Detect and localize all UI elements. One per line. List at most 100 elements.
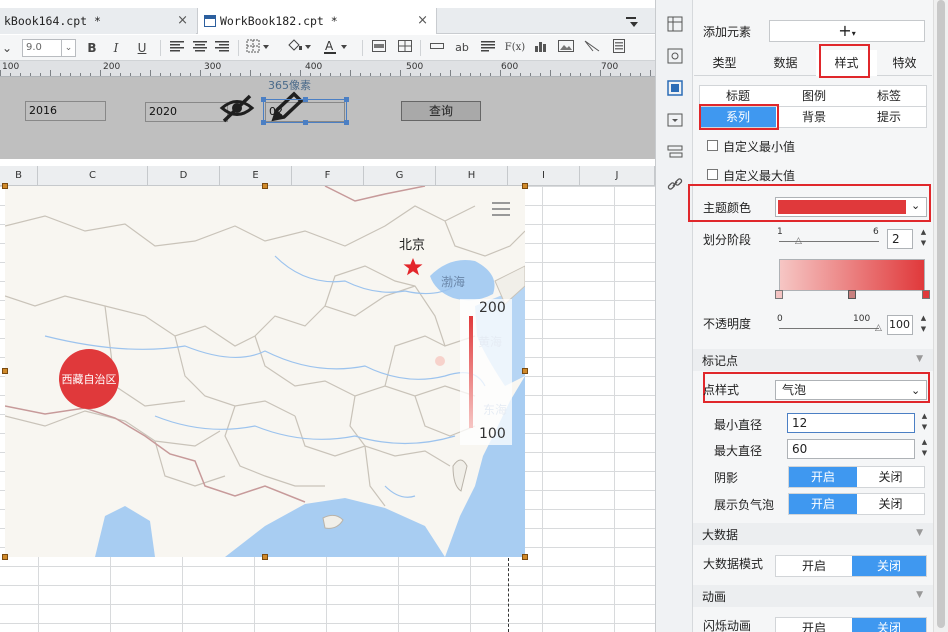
resize-handle[interactable] <box>522 183 528 189</box>
resize-handle[interactable] <box>303 97 308 102</box>
resize-handle[interactable] <box>2 368 8 374</box>
spin-down-icon[interactable]: ▼ <box>919 449 930 458</box>
text-tool-button[interactable]: ab <box>452 39 472 57</box>
gradient-stop-handle[interactable] <box>922 290 930 299</box>
close-icon[interactable]: × <box>417 8 428 34</box>
bigdata-on-button[interactable]: 开启 <box>776 556 852 576</box>
scrollbar-thumb[interactable] <box>937 0 945 628</box>
align-left-icon[interactable] <box>168 39 186 57</box>
column-header-g[interactable]: G <box>364 166 436 186</box>
column-header-h[interactable]: H <box>436 166 508 186</box>
spin-down-icon[interactable]: ▼ <box>918 325 929 334</box>
spin-down-icon[interactable]: ▼ <box>919 423 930 432</box>
subtab-label[interactable]: 标签 <box>852 86 926 106</box>
font-size-select[interactable]: 9.0 ⌄ <box>22 39 76 57</box>
collapse-icon[interactable]: ▼ <box>916 590 923 600</box>
column-header-d[interactable]: D <box>148 166 220 186</box>
spin-up-icon[interactable]: ▲ <box>918 228 929 237</box>
collapse-icon[interactable]: ▼ <box>916 354 923 364</box>
negative-on-button[interactable]: 开启 <box>789 494 857 514</box>
gradient-stop-handle[interactable] <box>775 290 783 299</box>
spin-up-icon[interactable]: ▲ <box>919 412 930 421</box>
resize-handle[interactable] <box>2 183 8 189</box>
close-icon[interactable]: × <box>177 8 188 34</box>
tab-type[interactable]: 类型 <box>694 50 755 76</box>
fill-color-icon[interactable] <box>285 39 313 57</box>
bigdata-off-button[interactable]: 关闭 <box>852 556 926 576</box>
end-year-input[interactable]: 2020 <box>145 102 228 122</box>
hyperlink-settings-icon[interactable] <box>667 144 683 160</box>
stages-spinner[interactable]: 2 <box>887 229 913 249</box>
subtab-legend[interactable]: 图例 <box>776 86 852 106</box>
add-element-button[interactable]: +▾ <box>769 20 925 42</box>
shadow-off-button[interactable]: 关闭 <box>857 467 924 487</box>
spin-up-icon[interactable]: ▲ <box>918 314 929 323</box>
negative-off-button[interactable]: 关闭 <box>857 494 924 514</box>
resize-handle[interactable] <box>2 554 8 560</box>
merge-cells-icon[interactable] <box>370 39 388 57</box>
formula-button[interactable]: F(x) <box>504 39 526 57</box>
bar-chart-icon[interactable] <box>532 39 550 57</box>
column-header-c[interactable]: C <box>38 166 148 186</box>
resize-handle[interactable] <box>262 183 268 189</box>
font-family-dropdown-icon[interactable]: ⌄ <box>0 39 14 57</box>
slider-knob-icon[interactable]: △ <box>795 236 802 246</box>
paragraph-icon[interactable] <box>479 39 497 57</box>
resize-handle[interactable] <box>344 97 349 102</box>
column-header-f[interactable]: F <box>292 166 364 186</box>
point-style-select[interactable]: 气泡 ⌄ <box>775 380 927 400</box>
cell-attribute-icon[interactable] <box>667 16 683 32</box>
resize-handle[interactable] <box>344 120 349 125</box>
subtab-title[interactable]: 标题 <box>700 86 776 106</box>
tab-list-menu-icon[interactable] <box>626 16 640 31</box>
chart-property-icon[interactable] <box>667 80 683 96</box>
border-icon[interactable] <box>245 39 271 57</box>
subreport-icon[interactable] <box>610 39 628 57</box>
subtab-background[interactable]: 背景 <box>776 107 852 127</box>
bold-button[interactable]: B <box>84 39 100 57</box>
resize-handle[interactable] <box>262 554 268 560</box>
panel-scrollbar[interactable] <box>933 0 948 632</box>
column-header-i[interactable]: I <box>508 166 580 186</box>
align-right-icon[interactable] <box>213 39 231 57</box>
bigdata-section-header[interactable]: 大数据 ▼ <box>693 523 933 545</box>
resize-handle[interactable] <box>522 554 528 560</box>
custom-min-checkbox[interactable] <box>707 140 718 151</box>
marker-section-header[interactable]: 标记点 ▼ <box>693 349 933 371</box>
condition-icon[interactable] <box>667 112 683 128</box>
map-chart[interactable]: 渤海 黄海 东海 北京 西藏自治区 200 100 <box>5 186 525 557</box>
gradient-stop-handle[interactable] <box>848 290 856 299</box>
underline-button[interactable]: U <box>134 39 150 57</box>
query-button[interactable]: 查询 <box>401 101 481 121</box>
custom-max-checkbox[interactable] <box>707 169 718 180</box>
slider-knob-icon[interactable]: △ <box>875 323 882 333</box>
image-icon[interactable] <box>557 39 575 57</box>
start-year-input[interactable]: 2016 <box>25 101 106 121</box>
theme-color-picker[interactable]: ⌄ <box>775 197 927 217</box>
max-diameter-input[interactable]: 60 <box>787 439 915 459</box>
resize-handle[interactable] <box>522 368 528 374</box>
tab-workbook164[interactable]: kBook164.cpt * × <box>0 8 196 34</box>
spin-down-icon[interactable]: ▼ <box>918 239 929 248</box>
column-header-j[interactable]: J <box>580 166 655 186</box>
min-diameter-input[interactable]: 12 <box>787 413 915 433</box>
gradient-bar[interactable] <box>779 259 925 291</box>
tab-effects[interactable]: 特效 <box>877 50 932 76</box>
opacity-slider[interactable] <box>779 328 879 329</box>
resize-handle[interactable] <box>303 120 308 125</box>
split-cells-icon[interactable] <box>396 39 414 57</box>
tab-workbook182[interactable]: WorkBook182.cpt * × <box>197 8 437 34</box>
flash-on-button[interactable]: 开启 <box>776 618 852 632</box>
flash-off-button[interactable]: 关闭 <box>852 618 926 632</box>
hidden-eye-icon[interactable] <box>219 93 255 126</box>
widget-settings-icon[interactable] <box>667 48 683 64</box>
collapse-icon[interactable]: ▼ <box>916 528 923 538</box>
insert-row-icon[interactable] <box>428 39 446 57</box>
opacity-spinner[interactable]: 100 <box>887 315 913 335</box>
shadow-on-button[interactable]: 开启 <box>789 467 857 487</box>
italic-button[interactable]: I <box>108 39 124 57</box>
selection-box[interactable] <box>261 97 349 125</box>
link-icon[interactable] <box>667 176 683 192</box>
align-center-icon[interactable] <box>191 39 209 57</box>
column-header-e[interactable]: E <box>220 166 292 186</box>
